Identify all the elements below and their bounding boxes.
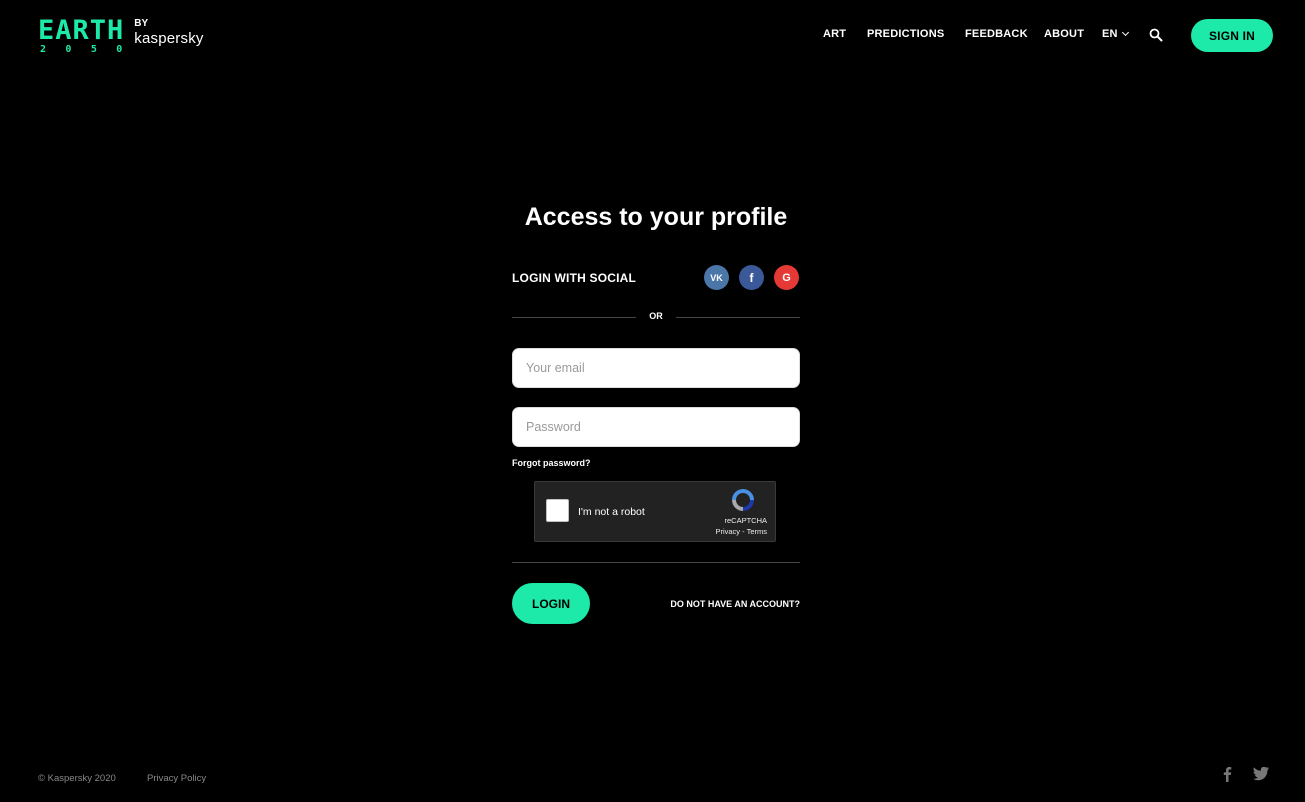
forgot-password-link[interactable]: Forgot password? [512,458,591,468]
login-button[interactable]: LOGIN [512,583,590,624]
register-link[interactable]: DO NOT HAVE AN ACCOUNT? [670,599,800,609]
chevron-down-icon [1121,28,1129,37]
social-login-label: LOGIN WITH SOCIAL [512,271,637,285]
recaptcha-links[interactable]: Privacy - Terms [695,527,767,536]
facebook-icon[interactable] [1220,766,1234,782]
footer-copyright: © Kaspersky 2020 [38,773,116,784]
search-icon[interactable] [1149,28,1163,42]
google-login-button[interactable]: G [774,265,799,290]
footer-privacy-link[interactable]: Privacy Policy [147,773,206,784]
sign-in-button[interactable]: SIGN IN [1191,19,1273,52]
nav-item-feedback[interactable]: FEEDBACK [965,28,1028,40]
nav-item-about[interactable]: ABOUT [1044,28,1084,40]
language-label: EN [1102,28,1118,40]
or-text: OR [649,311,663,321]
nav-item-predictions[interactable]: PREDICTIONS [867,28,944,40]
nav-item-art[interactable]: ART [823,28,846,40]
recaptcha-brand: reCAPTCHA [724,516,767,525]
page-title: Access to your profile [524,203,788,231]
recaptcha-label: I'm not a robot [578,506,645,518]
vk-icon: VK [710,272,723,283]
google-icon: G [782,271,791,284]
facebook-icon: f [749,270,754,285]
divider-line-right [676,317,800,318]
twitter-icon[interactable] [1253,767,1269,781]
language-selector[interactable]: EN [1102,28,1129,40]
vk-login-button[interactable]: VK [704,265,729,290]
email-input[interactable] [512,348,800,388]
facebook-login-button[interactable]: f [739,265,764,290]
header: EARTH 2 0 5 0 BY kaspersky ART PREDICTIO… [0,0,1305,72]
password-input[interactable] [512,407,800,447]
recaptcha-widget: I'm not a robot reCAPTCHA Privacy - Term… [534,481,776,542]
page: EARTH 2 0 5 0 BY kaspersky ART PREDICTIO… [0,0,1305,802]
form-separator [512,562,800,563]
recaptcha-icon [732,489,754,511]
main-nav: ART PREDICTIONS FEEDBACK ABOUT EN [0,0,1305,72]
recaptcha-checkbox[interactable] [546,499,569,522]
or-divider: OR [512,310,800,324]
social-login-row: LOGIN WITH SOCIAL VK f G [512,265,800,291]
